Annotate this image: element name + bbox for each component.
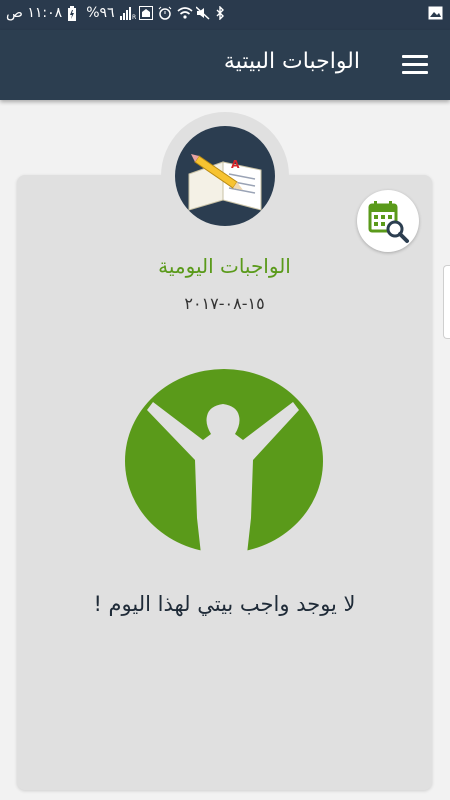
calendar-search-button[interactable] bbox=[357, 190, 419, 252]
empty-message: لا يوجد واجب بيتي لهذا اليوم ! bbox=[93, 592, 356, 616]
svg-text:A: A bbox=[231, 158, 240, 171]
status-time: ١١:٠٨ ص bbox=[6, 5, 63, 21]
battery-charging-icon bbox=[67, 6, 81, 21]
mute-icon bbox=[195, 6, 210, 20]
bluetooth-icon bbox=[215, 5, 229, 21]
menu-icon[interactable] bbox=[402, 55, 428, 75]
side-drawer-handle[interactable] bbox=[443, 265, 450, 339]
notification-icon bbox=[138, 6, 153, 20]
card-title: الواجبات اليومية bbox=[158, 254, 291, 278]
status-left: ١١:٠٨ ص %٩٦ R bbox=[6, 5, 229, 21]
signal-icon: R bbox=[119, 6, 136, 21]
status-bar: ١١:٠٨ ص %٩٦ R bbox=[0, 0, 450, 30]
celebrating-person-icon bbox=[123, 368, 325, 554]
book-pencil-icon: A bbox=[175, 126, 275, 226]
battery-percent: %٩٦ bbox=[86, 5, 115, 21]
alarm-icon bbox=[158, 6, 172, 20]
page-title: الواجبات البيتية bbox=[223, 49, 360, 74]
calendar-search-icon bbox=[368, 201, 409, 243]
card-date: ١٥-٠٨-٢٠١٧ bbox=[184, 294, 265, 313]
gallery-notification bbox=[428, 6, 443, 24]
image-icon bbox=[428, 6, 443, 20]
app-bar: الواجبات البيتية bbox=[0, 30, 450, 100]
wifi-icon bbox=[177, 6, 193, 20]
svg-text:R: R bbox=[132, 14, 136, 20]
